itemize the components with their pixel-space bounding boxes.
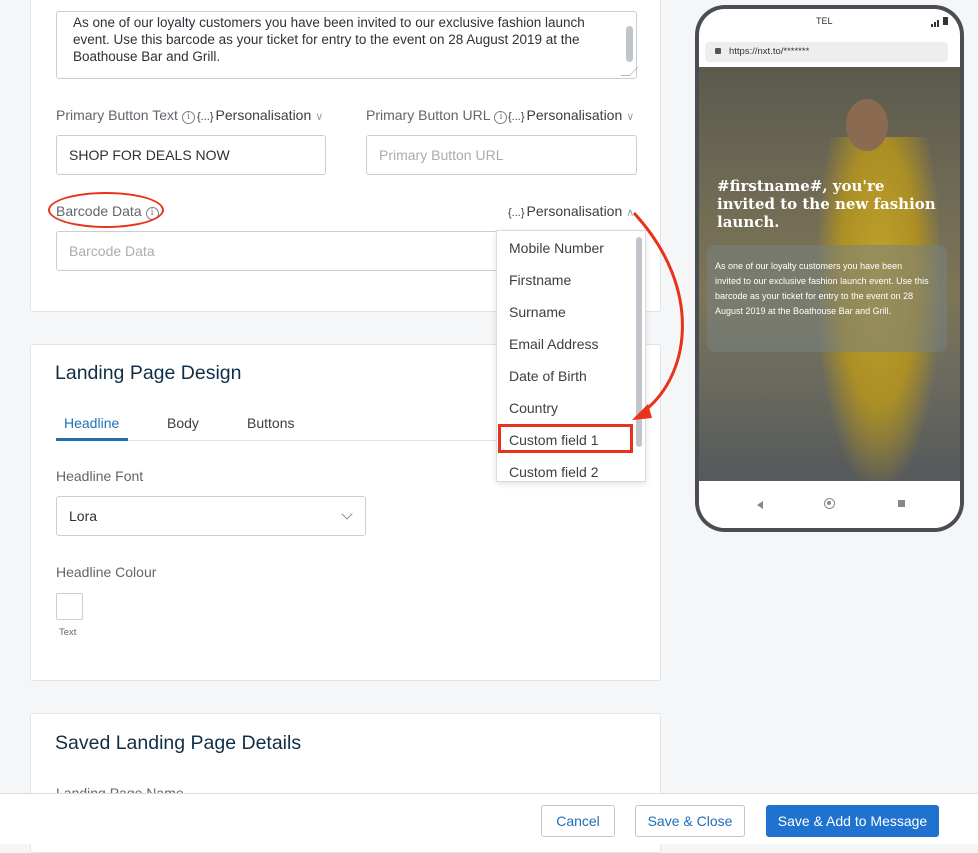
option-firstname[interactable]: Firstname [497, 264, 645, 296]
phone-preview: TEL https://nxt.to/******* #firstname#, … [695, 5, 964, 532]
save-add-to-message-button[interactable]: Save & Add to Message [766, 805, 939, 837]
personalisation-toggle-button-url[interactable]: {...} Personalisation ∨ [508, 107, 634, 123]
braces-icon: {...} [508, 111, 525, 123]
saved-details-title: Saved Landing Page Details [55, 732, 302, 754]
personalisation-toggle-button-text[interactable]: {...} Personalisation ∨ [197, 107, 323, 123]
chevron-down-icon: ∨ [626, 111, 635, 123]
swatch-label: Text [59, 627, 77, 638]
tab-headline[interactable]: Headline [64, 415, 119, 431]
primary-button-url-input[interactable]: Primary Button URL [366, 135, 637, 175]
model-head [846, 99, 888, 151]
browser-url-bar: https://nxt.to/******* [705, 42, 948, 62]
cancel-button[interactable]: Cancel [541, 805, 615, 837]
active-tab-indicator [56, 438, 128, 441]
option-email-address[interactable]: Email Address [497, 328, 645, 360]
save-close-button[interactable]: Save & Close [635, 805, 745, 837]
phone-screen: TEL https://nxt.to/******* #firstname#, … [699, 9, 960, 528]
back-icon [757, 501, 763, 509]
personalisation-toggle-barcode[interactable]: {...} Personalisation ∧ [508, 203, 634, 219]
chevron-down-icon [341, 508, 353, 520]
android-nav-bar [699, 481, 960, 528]
preview-body-text: As one of our loyalty customers you have… [715, 261, 929, 316]
annotation-circle [48, 192, 164, 228]
headline-font-select[interactable]: Lora [56, 496, 366, 536]
option-mobile-number[interactable]: Mobile Number [497, 232, 645, 264]
tab-buttons[interactable]: Buttons [247, 415, 294, 431]
message-text: As one of our loyalty customers you have… [73, 15, 585, 64]
home-icon [824, 498, 835, 509]
headline-font-label: Headline Font [56, 468, 144, 484]
landing-page-design-title: Landing Page Design [55, 362, 242, 384]
headline-font-value: Lora [69, 508, 98, 524]
chevron-down-icon: ∨ [315, 111, 324, 123]
option-country[interactable]: Country [497, 392, 645, 424]
primary-button-text-input[interactable]: SHOP FOR DEALS NOW [56, 135, 326, 175]
option-surname[interactable]: Surname [497, 296, 645, 328]
personalisation-label: Personalisation [526, 203, 623, 219]
resize-grip-icon[interactable] [620, 67, 639, 76]
recent-apps-icon [898, 500, 905, 507]
braces-icon: {...} [508, 207, 525, 219]
info-icon[interactable]: i [181, 111, 195, 124]
footer-bar: Cancel Save & Close Save & Add to Messag… [0, 793, 978, 844]
option-date-of-birth[interactable]: Date of Birth [497, 360, 645, 392]
preview-headline: #firstname#, you're invited to the new f… [717, 177, 936, 231]
info-icon[interactable]: i [494, 111, 508, 124]
option-custom-field-2[interactable]: Custom field 2 [497, 456, 645, 481]
primary-button-url-label-text: Primary Button URL [366, 107, 491, 123]
primary-button-text-label: Primary Button Text i [56, 107, 195, 124]
primary-button-text-label-text: Primary Button Text [56, 107, 178, 123]
primary-button-url-label: Primary Button URL i [366, 107, 508, 124]
preview-hero-image: #firstname#, you're invited to the new f… [699, 67, 960, 481]
dropdown-scrollbar[interactable] [636, 237, 642, 447]
personalisation-label: Personalisation [215, 107, 312, 123]
lock-icon [715, 48, 721, 54]
battery-icon [943, 17, 948, 25]
carrier-label: TEL [816, 16, 833, 26]
annotation-highlight-box [498, 424, 633, 453]
textarea-scrollbar[interactable] [626, 26, 633, 62]
signal-icon [931, 17, 940, 27]
barcode-data-input[interactable]: Barcode Data [56, 231, 516, 271]
headline-colour-label: Headline Colour [56, 564, 157, 580]
status-bar: TEL [699, 9, 960, 35]
tab-body[interactable]: Body [167, 415, 199, 431]
chevron-up-icon: ∧ [626, 207, 635, 219]
personalisation-label: Personalisation [526, 107, 623, 123]
preview-url: https://nxt.to/******* [729, 46, 810, 57]
headline-colour-swatch[interactable] [56, 593, 83, 620]
braces-icon: {...} [197, 111, 214, 123]
message-text-area[interactable]: As one of our loyalty customers you have… [56, 11, 639, 79]
